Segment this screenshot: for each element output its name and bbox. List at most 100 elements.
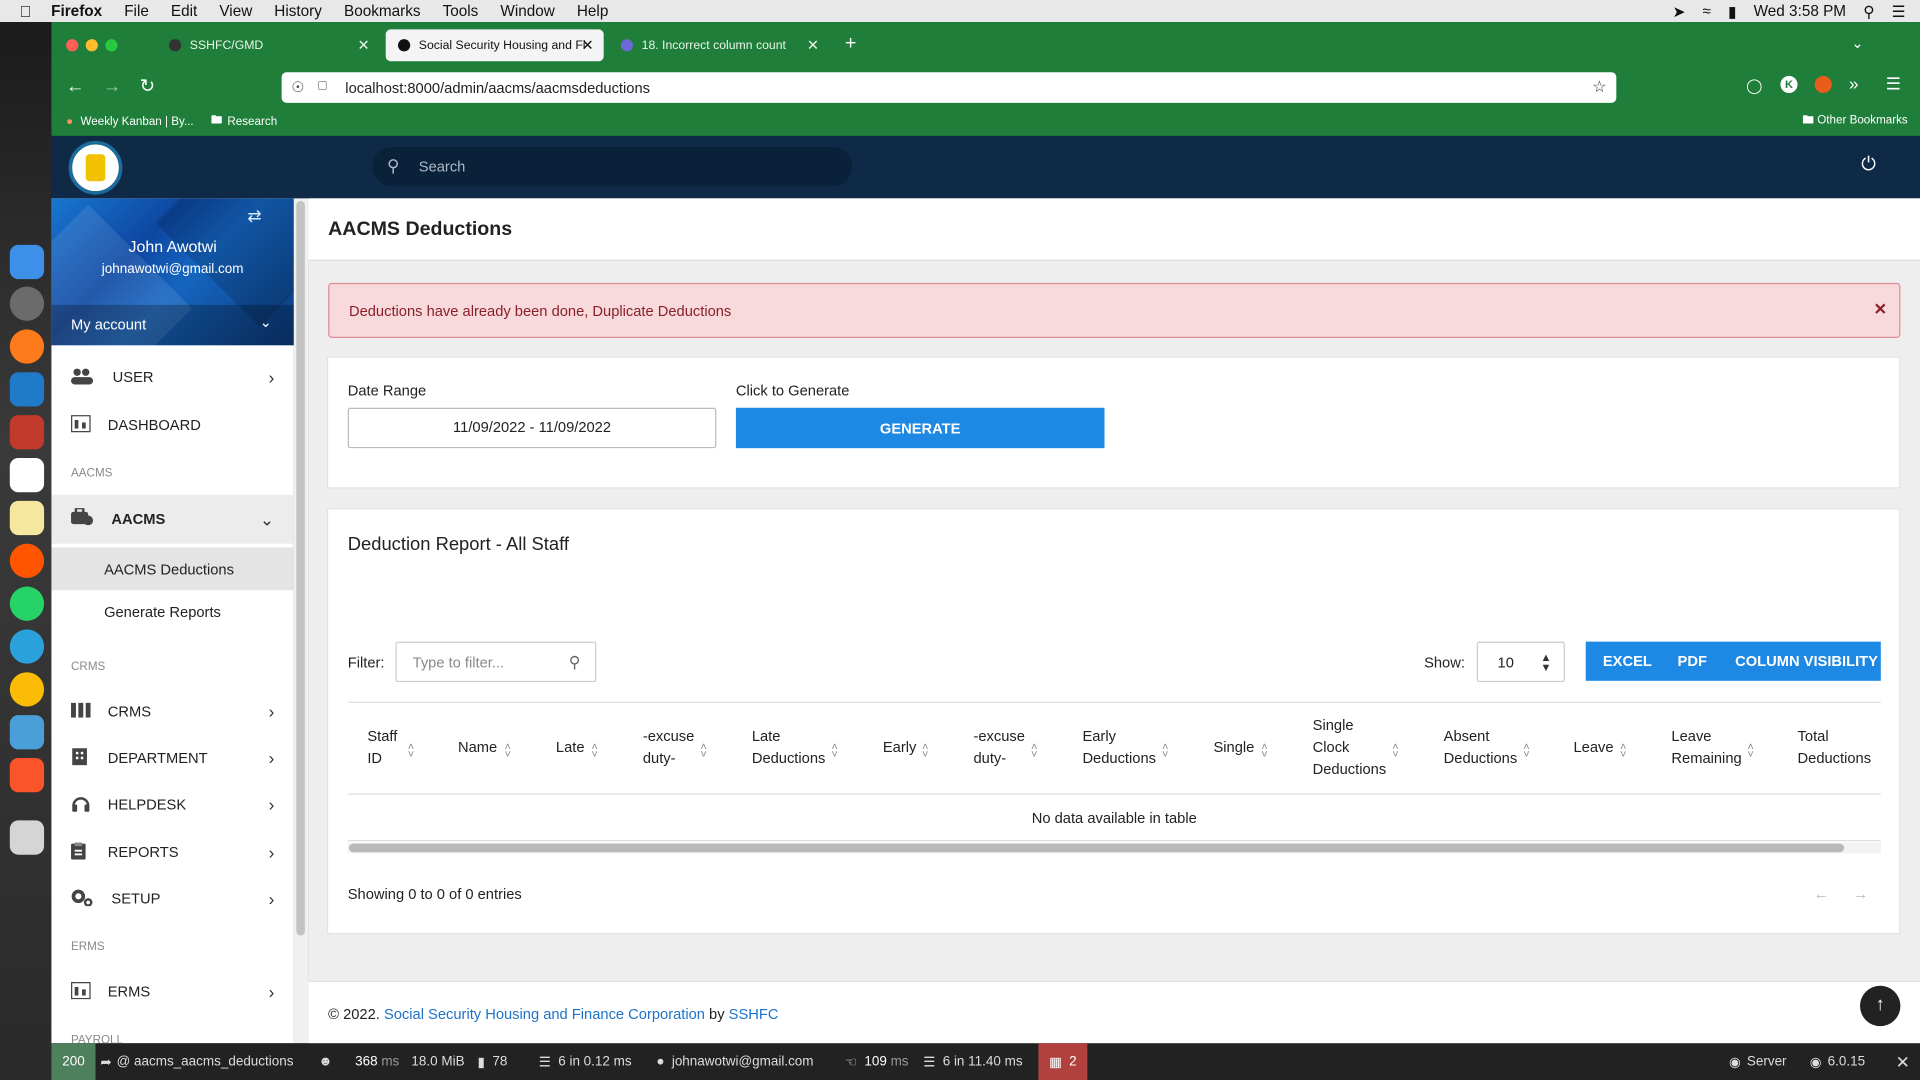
soundcloud-icon[interactable] bbox=[9, 543, 45, 578]
reload-icon[interactable]: ↻ bbox=[140, 75, 155, 97]
col-leave-remaining[interactable]: Leave Remaining bbox=[1671, 725, 1741, 769]
firefox-icon[interactable] bbox=[9, 329, 45, 364]
sort-icon[interactable]: ˄ ˅ bbox=[700, 741, 706, 759]
col-staff-id[interactable]: Staff ID bbox=[367, 725, 397, 769]
server-panel[interactable]: ◉ Server bbox=[1729, 1043, 1802, 1080]
power-icon[interactable]: ⏻ bbox=[1861, 154, 1876, 175]
sidebar-item-aacms[interactable]: AACMS ⌄ bbox=[51, 494, 294, 544]
menu-edit[interactable]: Edit bbox=[171, 2, 197, 19]
col-leave[interactable]: Leave bbox=[1573, 736, 1613, 758]
notes-icon[interactable] bbox=[9, 500, 45, 536]
col-single-clock-deductions[interactable]: Single Clock Deductions bbox=[1313, 714, 1387, 780]
url-bar[interactable]: ☉ □ localhost:8000/admin/aacms/aacmsdedu… bbox=[281, 72, 1617, 103]
calendar-icon[interactable] bbox=[9, 457, 45, 493]
route-panel[interactable]: ➦ @ aacms_aacms_deductions bbox=[100, 1043, 306, 1080]
layers-app-icon[interactable] bbox=[9, 715, 45, 750]
table-horizontal-scrollbar[interactable] bbox=[347, 842, 1881, 854]
bookmark-weekly-kanban[interactable]: Weekly Kanban | By... bbox=[81, 114, 194, 127]
app-menu-icon[interactable]: ☰ bbox=[1886, 73, 1901, 94]
send-icon[interactable]: ➤ bbox=[1672, 2, 1685, 20]
more-tools-icon[interactable]: » bbox=[1849, 73, 1859, 93]
tab-social-security[interactable]: Social Security Housing and Fina ✕ bbox=[385, 29, 604, 62]
sort-icon[interactable]: ˄ ˅ bbox=[1747, 741, 1753, 759]
scroll-to-top-button[interactable]: ↑ bbox=[1860, 985, 1901, 1027]
sort-icon[interactable]: ˄ ˅ bbox=[922, 741, 928, 759]
my-account-toggle[interactable]: My account ⌄ bbox=[51, 304, 294, 346]
next-page-icon[interactable]: → bbox=[1853, 884, 1869, 902]
forms-panel[interactable]: ▮ 78 bbox=[478, 1043, 527, 1080]
sort-icon[interactable]: ˄ ˅ bbox=[1031, 741, 1037, 759]
url-text[interactable]: localhost:8000/admin/aacms/aacmsdeductio… bbox=[345, 79, 650, 96]
sort-icon[interactable]: ˄ ˅ bbox=[504, 741, 510, 759]
sidebar-subitem-aacms-deductions[interactable]: AACMS Deductions bbox=[51, 547, 294, 591]
menu-history[interactable]: History bbox=[274, 2, 322, 19]
new-tab-icon[interactable]: + bbox=[845, 33, 856, 55]
whatsapp-icon[interactable] bbox=[9, 586, 45, 621]
sidebar-item-user[interactable]: USER › bbox=[51, 354, 293, 401]
sidebar-item-setup[interactable]: SETUP › bbox=[51, 876, 293, 923]
col-late-deductions[interactable]: Late Deductions bbox=[752, 725, 826, 769]
other-bookmarks[interactable]: 🖿 Other Bookmarks bbox=[1802, 111, 1907, 131]
sidebar-item-erms[interactable]: ERMS › bbox=[51, 969, 293, 1016]
brave-icon[interactable] bbox=[9, 757, 45, 793]
spotlight-icon[interactable]: ⚲ bbox=[1863, 2, 1874, 20]
telegram-icon[interactable] bbox=[9, 629, 45, 664]
col-total-deductions[interactable]: Total Deductions bbox=[1798, 725, 1872, 769]
sort-icon[interactable]: ˄ ˅ bbox=[1523, 741, 1529, 759]
chrome-icon[interactable] bbox=[9, 672, 45, 707]
tab-incorrect-column-count[interactable]: 18. Incorrect column count ✕ bbox=[609, 29, 829, 61]
sidebar-scrollbar[interactable] bbox=[293, 198, 309, 1044]
vscode-icon[interactable] bbox=[9, 372, 45, 407]
back-icon[interactable]: ← bbox=[66, 76, 84, 97]
forward-icon[interactable]: → bbox=[103, 76, 121, 97]
col-excuse-duty-late[interactable]: -excuse duty- bbox=[643, 725, 694, 769]
wifi-icon[interactable]: ≈ bbox=[1702, 2, 1710, 19]
sort-icon[interactable]: ˄ ˅ bbox=[1162, 741, 1168, 759]
scrollbar-thumb[interactable] bbox=[348, 843, 1845, 853]
close-tab-icon[interactable]: ✕ bbox=[807, 37, 819, 54]
close-window-icon[interactable] bbox=[66, 39, 79, 52]
col-single[interactable]: Single bbox=[1213, 736, 1254, 758]
battery-icon[interactable]: ▮ bbox=[1728, 2, 1736, 20]
extension-k-icon[interactable]: K bbox=[1780, 75, 1798, 94]
sidebar-item-reports[interactable]: REPORTS › bbox=[51, 829, 293, 876]
menu-bookmarks[interactable]: Bookmarks bbox=[344, 2, 421, 19]
col-early[interactable]: Early bbox=[883, 736, 916, 758]
generate-button[interactable]: GENERATE bbox=[735, 407, 1105, 449]
filter-input[interactable]: Type to filter... ⚲ bbox=[395, 641, 597, 683]
excel-button[interactable]: EXCEL bbox=[1603, 653, 1652, 670]
col-absent-deductions[interactable]: Absent Deductions bbox=[1444, 725, 1518, 769]
menu-view[interactable]: View bbox=[219, 2, 252, 19]
page-size-select[interactable]: 10 ▲ ▼ bbox=[1476, 641, 1565, 683]
errors-panel[interactable]: ▦ 2 bbox=[1038, 1043, 1088, 1080]
symfony-version-panel[interactable]: ◉ 6.0.15 bbox=[1810, 1043, 1881, 1080]
sort-icon[interactable]: ˄ ˅ bbox=[408, 741, 414, 759]
sidebar-item-helpdesk[interactable]: HELPDESK › bbox=[51, 781, 293, 828]
column-visibility-button[interactable]: COLUMN VISIBILITY bbox=[1735, 653, 1878, 670]
footer-sshfc-link[interactable]: SSHFC bbox=[729, 1005, 779, 1022]
sort-icon[interactable]: ˄ ˅ bbox=[831, 741, 837, 759]
apple-icon[interactable]:  bbox=[20, 2, 32, 20]
swap-icon[interactable]: ⇄ bbox=[247, 206, 261, 227]
sort-icon[interactable]: ˄ ˅ bbox=[1392, 741, 1398, 759]
menu-help[interactable]: Help bbox=[577, 2, 608, 19]
col-late[interactable]: Late bbox=[556, 736, 585, 758]
sort-icon[interactable]: ˄ ˅ bbox=[1261, 741, 1267, 759]
search-input[interactable]: ⚲ Search bbox=[372, 146, 853, 187]
trash-icon[interactable] bbox=[9, 820, 45, 855]
close-tab-icon[interactable]: ✕ bbox=[582, 37, 594, 54]
previous-page-icon[interactable]: ← bbox=[1813, 884, 1829, 902]
scrollbar-thumb[interactable] bbox=[296, 200, 305, 936]
col-early-deductions[interactable]: Early Deductions bbox=[1082, 725, 1156, 769]
request-time-panel[interactable]: 368 ms bbox=[355, 1043, 404, 1080]
pdf-button[interactable]: PDF bbox=[1678, 653, 1707, 670]
minimize-window-icon[interactable] bbox=[85, 39, 98, 52]
sidebar-item-dashboard[interactable]: DASHBOARD bbox=[51, 402, 293, 449]
sort-icon[interactable]: ˄ ˅ bbox=[591, 741, 597, 759]
launchpad-icon[interactable] bbox=[9, 286, 45, 321]
close-alert-icon[interactable]: ✕ bbox=[1874, 300, 1887, 320]
list-tabs-icon[interactable]: ⌄ bbox=[1851, 34, 1863, 51]
close-toolbar-icon[interactable]: ✕ bbox=[1886, 1043, 1920, 1080]
ghost-icon[interactable]: ☻ bbox=[318, 1043, 342, 1080]
shield-icon[interactable]: ☉ bbox=[291, 78, 304, 95]
